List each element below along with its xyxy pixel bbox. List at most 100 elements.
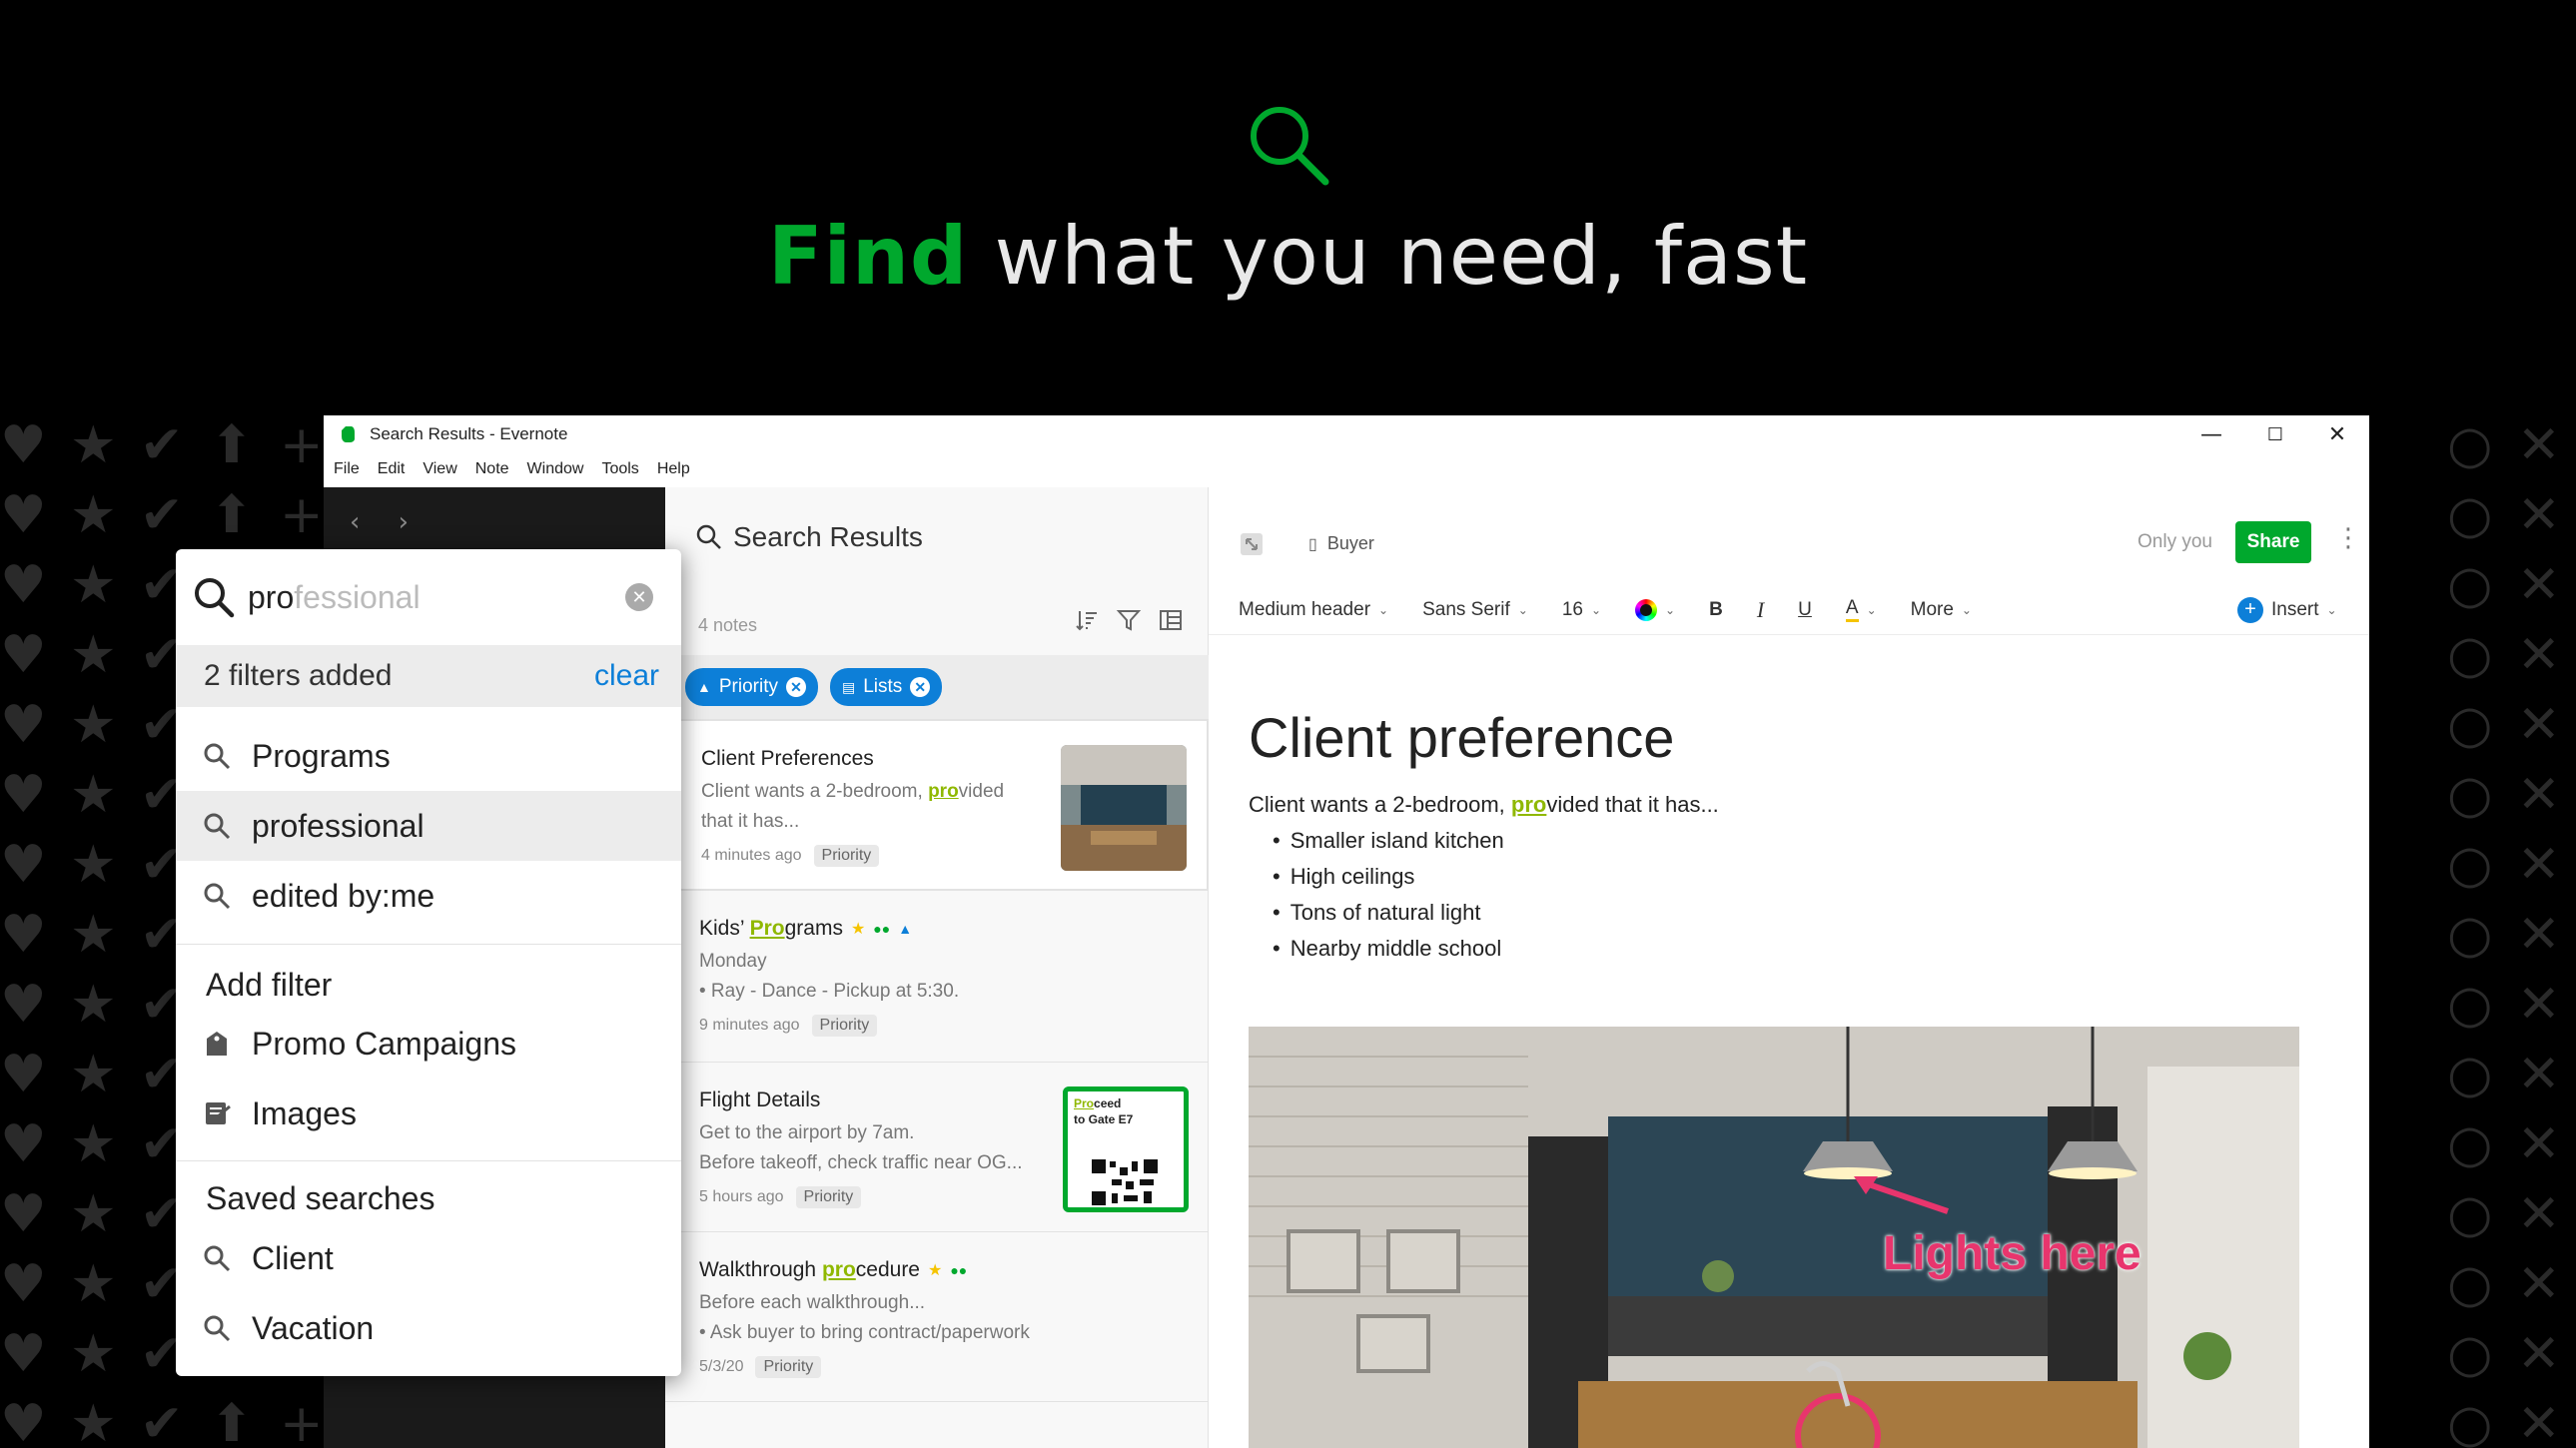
menu-tools[interactable]: Tools (601, 460, 638, 478)
title-text: Kids’ (699, 917, 750, 940)
snippet-highlight: pro (928, 781, 959, 802)
search-input[interactable]: pro (248, 579, 294, 616)
note-tag[interactable]: Priority (755, 1356, 822, 1378)
suggestion-item[interactable]: edited by:me (176, 861, 681, 931)
chevron-down-icon: ⌄ (1665, 602, 1676, 617)
note-tag[interactable]: Priority (795, 1186, 862, 1208)
pattern-glyph-icon: ○ (2447, 419, 2493, 475)
note-card[interactable]: Client Preferences Client wants a 2-bedr… (665, 719, 1209, 891)
forward-arrow-icon[interactable]: › (399, 507, 409, 537)
note-heading[interactable]: Client preference (1249, 705, 1674, 770)
font-dropdown[interactable]: Sans Serif ⌄ (1422, 599, 1528, 621)
filters-added-label: 2 filters added (204, 659, 393, 692)
note-card[interactable]: Walkthrough procedure ★ ●● Before each w… (665, 1232, 1209, 1402)
note-title: Walkthrough procedure ★ ●● (699, 1258, 1189, 1282)
title-highlight: pro (821, 1258, 856, 1281)
note-list: Search Results 4 notes ▲ Priority ✕ ▤ Li… (665, 487, 1209, 1448)
editor-header: ▯ Buyer Only you Share ⋮ (1209, 487, 2369, 567)
search-box[interactable]: pro fessional ✕ (176, 549, 681, 645)
menu-view[interactable]: View (423, 460, 456, 478)
pattern-glyph-icon: ✕ (2517, 1254, 2561, 1314)
style-dropdown[interactable]: Medium header ⌄ (1239, 599, 1388, 621)
suggestion-label: Programs (252, 737, 391, 774)
snippet-text: Before takeoff, check traffic near OG... (699, 1152, 1023, 1173)
pattern-glyph-icon: ✕ (2517, 1045, 2561, 1104)
search-autocomplete: fessional (294, 578, 421, 615)
share-button[interactable]: Share (2235, 521, 2311, 563)
pattern-glyph-icon: ○ (2447, 1114, 2493, 1174)
maximize-button[interactable]: ☐ (2243, 415, 2307, 453)
note-card[interactable]: Kids’ Programs ★ ●● ▲ Monday • Ray - Danc… (665, 891, 1209, 1063)
more-options-icon[interactable]: ⋮ (2335, 523, 2361, 553)
pattern-glyph-icon: ★ (70, 835, 117, 895)
note-tag[interactable]: Priority (813, 845, 880, 867)
snippet-text: • Ray - Dance - Pickup at 5:30. (699, 981, 960, 1002)
menu-edit[interactable]: Edit (378, 460, 406, 478)
search-icon (204, 883, 231, 910)
note-body[interactable]: Client wants a 2-bedroom, provided that … (1249, 787, 1719, 967)
filter-chip-lists[interactable]: ▤ Lists ✕ (829, 668, 943, 706)
menu-file[interactable]: File (334, 460, 360, 478)
pattern-glyph-icon: ★ (70, 625, 117, 685)
pattern-glyph-icon: ★ (70, 1254, 117, 1314)
sort-icon[interactable] (1074, 607, 1100, 633)
saved-search-item[interactable]: Client (176, 1223, 681, 1293)
remove-filter-icon[interactable]: ✕ (785, 677, 806, 697)
divider (176, 944, 681, 945)
hero-title-rest: what you need, fast (968, 210, 1809, 303)
color-wheel-icon (1635, 598, 1658, 621)
pattern-glyph-icon: + (280, 485, 324, 545)
menu-window[interactable]: Window (527, 460, 584, 478)
saved-search-label: Vacation (252, 1309, 375, 1346)
note-list-tools (1074, 607, 1184, 633)
text-color-dropdown[interactable]: ⌄ (1635, 598, 1676, 621)
menu-help[interactable]: Help (657, 460, 690, 478)
note-list-header: Search Results (695, 521, 923, 553)
active-filters-bar: ▲ Priority ✕ ▤ Lists ✕ (665, 655, 1209, 719)
insert-dropdown[interactable]: + Insert ⌄ (2237, 596, 2337, 623)
highlight-dropdown[interactable]: A ⌄ (1845, 597, 1877, 622)
pattern-glyph-icon: ♥ (0, 1394, 47, 1448)
clear-filters-button[interactable]: clear (594, 659, 659, 693)
suggestion-item[interactable]: professional (176, 791, 681, 861)
italic-button[interactable]: I (1757, 597, 1764, 623)
view-options-icon[interactable] (1158, 607, 1184, 633)
remove-filter-icon[interactable]: ✕ (910, 677, 931, 697)
add-filter-label: Promo Campaigns (252, 1025, 516, 1062)
title-text: cedure (855, 1258, 920, 1281)
add-filter-item[interactable]: Images (176, 1079, 681, 1148)
pattern-glyph-icon: ✕ (2517, 1394, 2561, 1448)
filter-icon[interactable] (1116, 607, 1142, 633)
filter-chip-priority[interactable]: ▲ Priority ✕ (685, 668, 818, 706)
filters-added-row: 2 filters added clear (176, 645, 681, 707)
pattern-glyph-icon: ♥ (0, 1254, 47, 1314)
menu-note[interactable]: Note (475, 460, 509, 478)
close-button[interactable]: ✕ (2305, 415, 2369, 453)
add-filter-item[interactable]: Promo Campaigns (176, 1009, 681, 1079)
clear-search-icon[interactable]: ✕ (625, 583, 653, 611)
pattern-glyph-icon: ⬆ (210, 419, 254, 475)
search-icon (204, 813, 231, 840)
notebook-icon: ▤ (841, 678, 856, 695)
minimize-button[interactable]: — (2179, 415, 2243, 453)
note-tag[interactable]: Priority (811, 1015, 878, 1037)
note-card[interactable]: Flight Details Get to the airport by 7am… (665, 1063, 1209, 1232)
search-icon (204, 1315, 231, 1342)
back-arrow-icon[interactable]: ‹ (350, 507, 360, 537)
more-format-dropdown[interactable]: More ⌄ (1911, 599, 1972, 621)
pattern-glyph-icon: ★ (70, 419, 117, 475)
pattern-glyph-icon: ✕ (2517, 1324, 2561, 1384)
pattern-glyph-icon: ♥ (0, 419, 47, 475)
bold-button[interactable]: B (1709, 599, 1723, 621)
underline-button[interactable]: U (1798, 599, 1812, 621)
expand-icon[interactable] (1239, 531, 1265, 557)
saved-search-item[interactable]: Vacation (176, 1293, 681, 1363)
pattern-glyph-icon: ○ (2447, 1254, 2493, 1314)
hero-title-accent: Find (767, 210, 969, 303)
suggestion-item[interactable]: Programs (176, 721, 681, 791)
notebook-selector[interactable]: ▯ Buyer (1308, 533, 1374, 554)
font-size-dropdown[interactable]: 16 ⌄ (1562, 599, 1601, 621)
pattern-glyph-icon: ○ (2447, 1045, 2493, 1104)
title-text: grams (784, 917, 843, 940)
highlighter-icon: A (1845, 597, 1859, 622)
